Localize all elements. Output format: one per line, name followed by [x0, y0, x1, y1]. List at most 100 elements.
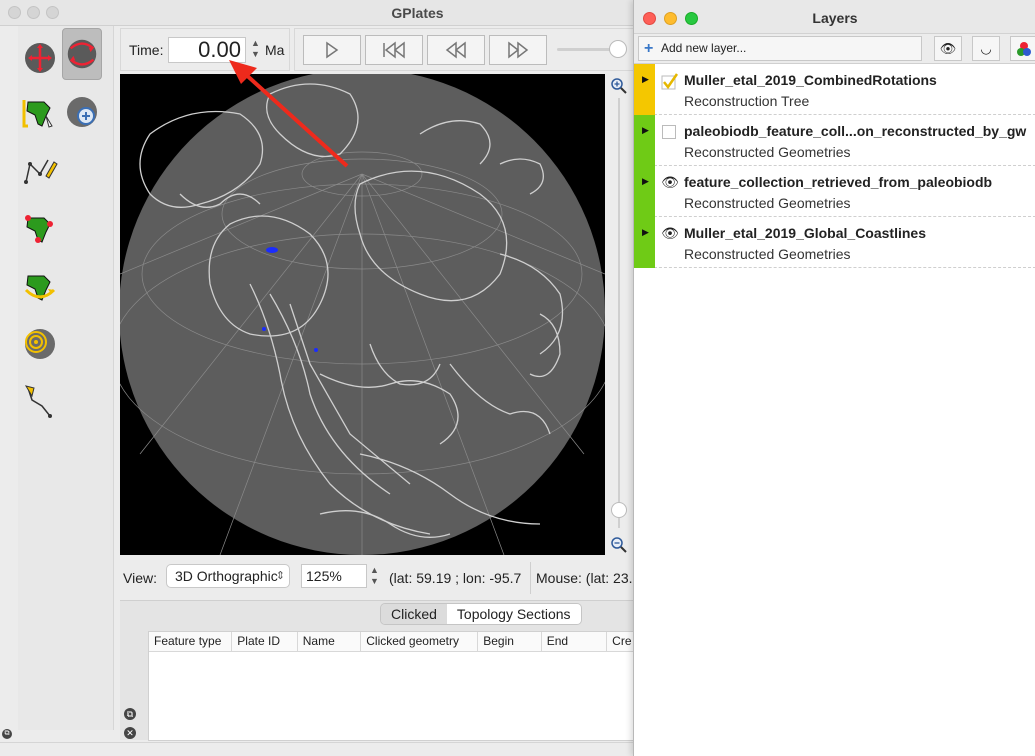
magnifier-globe-icon: [67, 97, 97, 127]
layer-color-strip: [634, 64, 655, 115]
column-header[interactable]: Name: [298, 632, 362, 651]
layer-row[interactable]: ▶ paleobiodb_feature_coll...on_reconstru…: [634, 115, 1035, 166]
zoom-feature-tool[interactable]: [62, 86, 102, 138]
eye-closed-icon: ◡: [980, 40, 992, 56]
play-icon: [326, 41, 339, 59]
restore-panel-icon[interactable]: ⧉: [124, 708, 136, 720]
data-point: [262, 327, 266, 331]
data-point: [314, 348, 318, 352]
small-circle-icon: [25, 329, 55, 359]
expand-arrow-icon[interactable]: ▶: [642, 74, 649, 85]
eye-icon[interactable]: 👁: [660, 174, 680, 194]
layer-visibility-checkbox[interactable]: [662, 125, 676, 139]
layer-type: Reconstructed Geometries: [684, 195, 851, 211]
layer-type: Reconstructed Geometries: [684, 144, 851, 160]
colour-circles-icon: [1017, 41, 1031, 56]
layers-window: Layers + Add new layer... 👁 ◡ ▶ Muller_e…: [633, 0, 1035, 756]
zoom-percent-input[interactable]: 125%: [301, 564, 367, 588]
tab-clicked[interactable]: Clicked: [381, 604, 447, 624]
main-titlebar: GPlates: [0, 0, 640, 26]
zoom-slider-panel: [606, 74, 632, 555]
view-label: View:: [123, 570, 157, 586]
layer-row[interactable]: ▶ 👁 Muller_etal_2019_Global_Coastlines R…: [634, 217, 1035, 268]
mouse-coordinates: Mouse: (lat: 23.: [530, 562, 640, 594]
layer-color-strip: [634, 166, 655, 217]
projection-select[interactable]: 3D Orthographic ⇕: [166, 564, 290, 588]
colour-layers-button[interactable]: [1010, 36, 1035, 61]
pole-manipulation-tool[interactable]: [20, 260, 60, 312]
zoom-out-icon[interactable]: [610, 536, 628, 554]
digitise-tool[interactable]: [20, 144, 60, 196]
checkmark-icon[interactable]: [660, 72, 680, 92]
layer-name: paleobiodb_feature_coll...on_reconstruct…: [684, 123, 1027, 139]
show-all-layers-button[interactable]: 👁: [934, 36, 962, 61]
globe-canvas[interactable]: [120, 74, 605, 555]
feature-tabs: Clicked Topology Sections: [380, 603, 582, 625]
add-layer-button[interactable]: + Add new layer...: [638, 36, 922, 61]
measure-distance-tool[interactable]: [20, 376, 60, 428]
zoom-slider-handle[interactable]: [611, 502, 627, 518]
layers-titlebar: Layers: [634, 0, 1035, 34]
layers-toolbar: + Add new layer... 👁 ◡: [634, 34, 1035, 64]
add-layer-label: Add new layer...: [661, 41, 747, 55]
step-back-button[interactable]: [427, 35, 485, 65]
layers-title: Layers: [812, 10, 858, 26]
layer-row[interactable]: ▶ 👁 feature_collection_retrieved_from_pa…: [634, 166, 1035, 217]
drag-globe-icon: [25, 43, 55, 73]
zoom-globe-tool[interactable]: [62, 28, 102, 80]
skip-to-start-icon: [383, 41, 405, 59]
rotate-plate-icon: [24, 275, 56, 301]
layer-name: Muller_etal_2019_CombinedRotations: [684, 72, 937, 88]
small-circle-tool[interactable]: [20, 318, 60, 370]
topology-icon: [25, 215, 53, 243]
reset-animation-button[interactable]: [365, 35, 423, 65]
layer-type: Reconstructed Geometries: [684, 246, 851, 262]
feature-table[interactable]: Feature type Plate ID Name Clicked geome…: [148, 631, 638, 741]
step-forward-button[interactable]: [489, 35, 547, 65]
column-header[interactable]: Plate ID: [232, 632, 298, 651]
expand-arrow-icon[interactable]: ▶: [642, 125, 649, 136]
close-panel-icon[interactable]: ✕: [124, 727, 136, 739]
tab-topology-sections[interactable]: Topology Sections: [446, 604, 581, 624]
measure-icon: [24, 385, 52, 418]
fast-forward-icon: [508, 41, 529, 59]
projection-value: 3D Orthographic: [175, 568, 278, 584]
eye-icon[interactable]: 👁: [660, 225, 680, 245]
layer-color-strip: [634, 217, 655, 268]
africa-select-icon: [22, 100, 53, 128]
time-label: Time:: [129, 42, 164, 58]
choose-feature-tool[interactable]: [20, 86, 60, 138]
status-strip: ⧉: [0, 729, 640, 756]
zoom-stepper[interactable]: ▲ ▼: [370, 565, 379, 587]
layer-color-strip: [634, 115, 655, 166]
dock-icon[interactable]: ⧉: [2, 729, 12, 739]
zoom-in-icon[interactable]: [610, 77, 628, 95]
chevron-updown-icon: ⇕: [275, 570, 285, 582]
expand-arrow-icon[interactable]: ▶: [642, 227, 649, 238]
globe-view[interactable]: [120, 74, 605, 555]
time-slider-handle[interactable]: [609, 40, 627, 58]
hide-all-layers-button[interactable]: ◡: [972, 36, 1000, 61]
zoom-slider[interactable]: [618, 98, 620, 528]
tool-palette: [18, 26, 114, 730]
digitise-pencil-icon: [24, 159, 58, 184]
data-point: [266, 247, 278, 253]
layer-name: feature_collection_retrieved_from_paleob…: [684, 174, 993, 190]
plus-icon: +: [644, 40, 654, 57]
camera-coordinates: (lat: 59.19 ; lon: -95.7: [389, 570, 522, 586]
time-unit: Ma: [265, 42, 285, 58]
table-header: Feature type Plate ID Name Clicked geome…: [149, 632, 637, 652]
layer-row[interactable]: ▶ Muller_etal_2019_CombinedRotations Rec…: [634, 64, 1035, 115]
view-status-bar: View: 3D Orthographic ⇕ 125% ▲ ▼ (lat: 59…: [118, 558, 638, 598]
column-header[interactable]: Clicked geometry: [361, 632, 479, 651]
column-header[interactable]: Feature type: [149, 632, 233, 651]
column-header[interactable]: End: [542, 632, 608, 651]
feature-table-panel: Clicked Topology Sections Feature type P…: [120, 600, 638, 741]
globe-rotate-icon: [67, 39, 97, 69]
expand-arrow-icon[interactable]: ▶: [642, 176, 649, 187]
globe-sphere: [120, 74, 605, 555]
edit-topology-tool[interactable]: [20, 202, 60, 254]
eye-icon: 👁: [939, 40, 957, 56]
column-header[interactable]: Begin: [478, 632, 542, 651]
drag-globe-tool[interactable]: [20, 32, 60, 84]
